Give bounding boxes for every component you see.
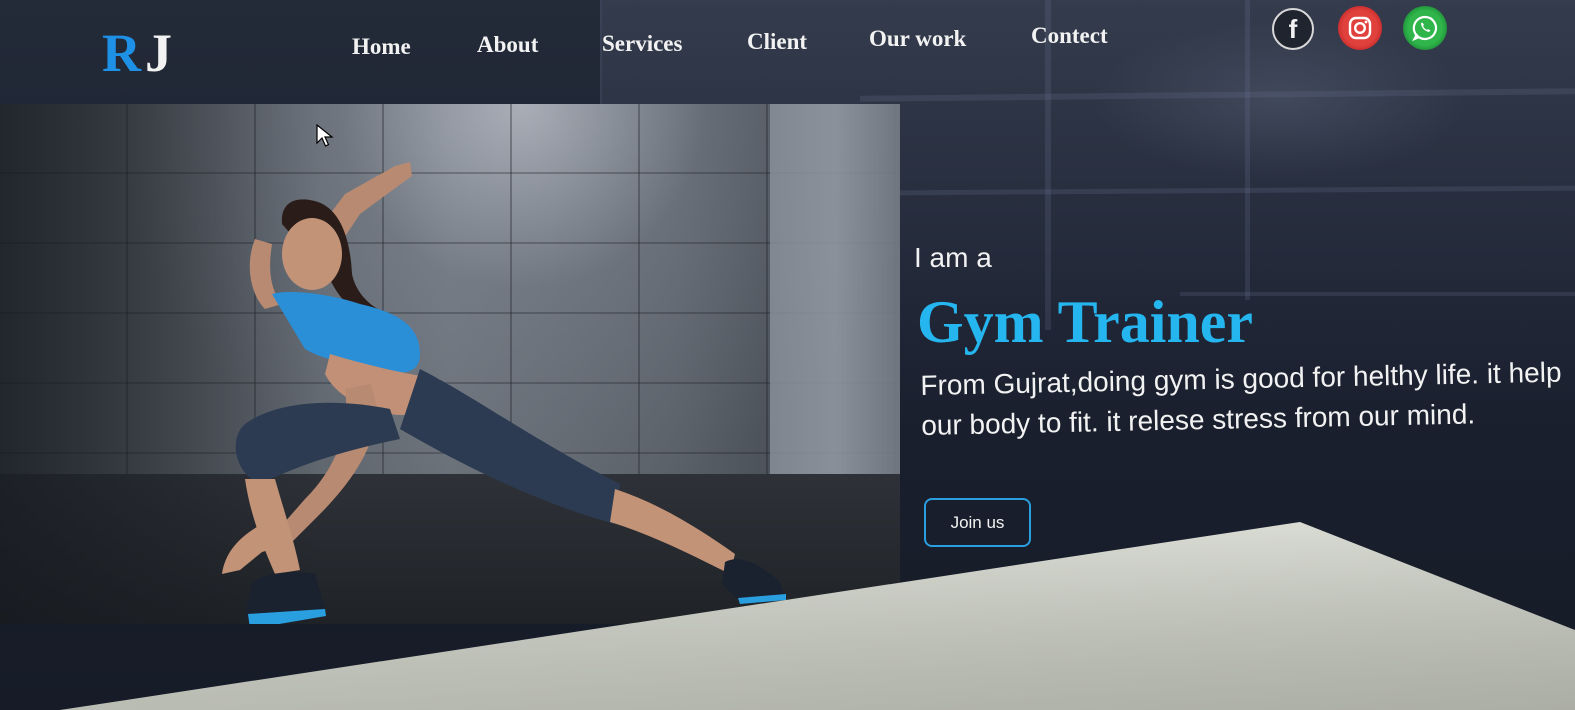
facebook-icon[interactable]: f	[1272, 8, 1314, 50]
page: RJ Home About Services Client Our work C…	[0, 0, 1575, 710]
hero-description: From Gujrat,doing gym is good for helthy…	[920, 356, 1562, 441]
nav-home[interactable]: Home	[352, 34, 411, 60]
athlete-figure	[222, 162, 786, 624]
background-frame	[1245, 0, 1250, 300]
hero-image	[0, 104, 900, 624]
hero-headline: Gym Trainer	[917, 289, 1254, 355]
nav-our-work[interactable]: Our work	[869, 26, 966, 52]
nav-services[interactable]: Services	[602, 31, 682, 57]
nav-contect[interactable]: Contect	[1031, 23, 1108, 49]
facebook-letter: f	[1288, 13, 1298, 44]
nav-client[interactable]: Client	[747, 29, 807, 55]
instagram-glyph	[1348, 16, 1372, 40]
mouse-cursor-icon	[316, 124, 334, 147]
join-us-button[interactable]: Join us	[924, 498, 1031, 547]
background-frame	[1045, 0, 1051, 330]
whatsapp-icon[interactable]	[1403, 6, 1447, 50]
instagram-icon[interactable]	[1338, 6, 1382, 50]
whatsapp-glyph	[1412, 15, 1438, 42]
logo-letter-j: J	[145, 23, 176, 83]
site-logo[interactable]: RJ	[102, 22, 176, 84]
nav-about[interactable]: About	[477, 32, 538, 58]
logo-letter-r: R	[102, 23, 145, 83]
hero-subtitle: I am a	[914, 242, 992, 273]
